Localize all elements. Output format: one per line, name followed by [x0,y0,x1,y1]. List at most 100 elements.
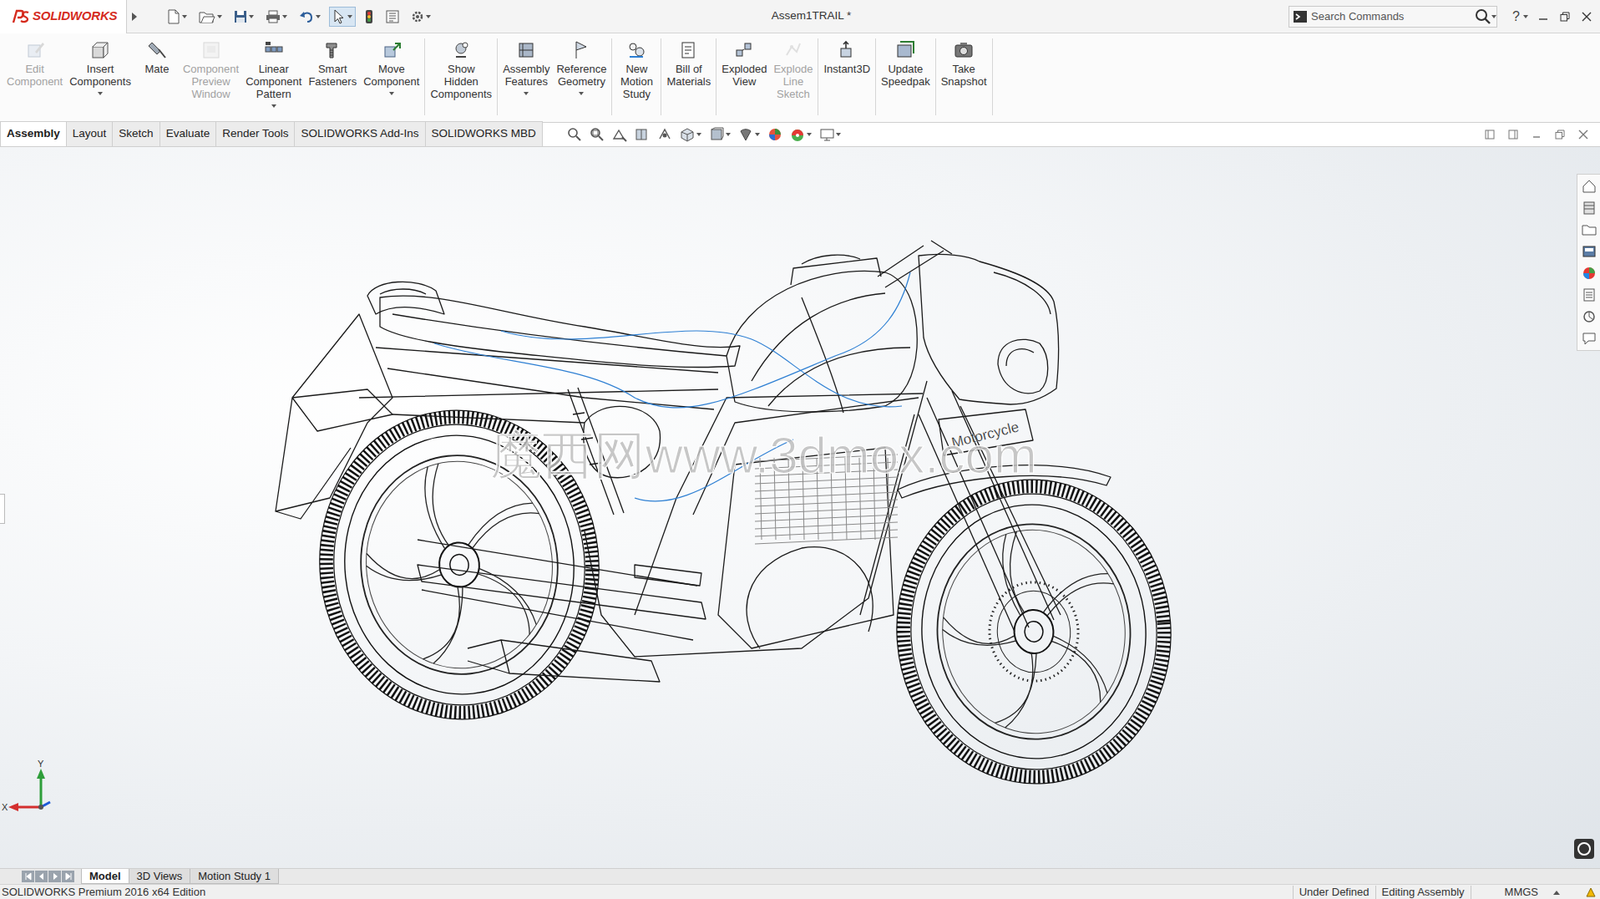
save-button[interactable] [230,7,258,26]
solidworks-forum-icon[interactable] [1581,308,1597,325]
dropdown-caret-icon[interactable] [1491,15,1497,19]
ribbon-button[interactable]: ExplodedView [718,38,770,116]
open-folder-button[interactable] [195,7,226,26]
view-palette-icon[interactable] [1581,243,1597,259]
ribbon-button[interactable]: Bill ofMaterials [663,38,714,116]
zoom-to-fit-button[interactable] [567,126,583,142]
tab-scroll-button[interactable] [21,870,35,882]
dropdown-caret-icon[interactable] [425,15,431,19]
ribbon-button[interactable]: NewMotionStudy [613,38,659,116]
dropdown-caret-icon[interactable] [1523,15,1529,19]
command-icon [571,40,592,61]
units-menu-icon[interactable] [1553,889,1560,895]
dropdown-caret-icon[interactable] [347,15,353,19]
ribbon-button[interactable]: TakeSnapshot [937,38,991,116]
ribbon-button[interactable]: ShowHiddenComponents [426,38,496,116]
hide-show-items-button[interactable] [738,126,760,142]
tile-right-icon[interactable] [1508,129,1519,140]
tile-left-icon[interactable] [1484,129,1495,140]
tab-scroll-button[interactable] [61,870,75,882]
dropdown-caret-icon[interactable] [315,15,321,19]
select-button[interactable] [329,6,356,27]
app-logo[interactable]: SOLIDWORKS [0,0,127,34]
ribbon-button[interactable]: Instant3D [820,38,874,116]
ribbon-button[interactable]: ReferenceGeometry [552,38,610,116]
dropdown-caret-icon[interactable] [217,15,223,19]
dropdown-caret-icon[interactable] [696,132,702,137]
apply-scene-button[interactable] [789,126,812,142]
ribbon-button[interactable]: UpdateSpeedpak [877,38,934,116]
command-icon [734,40,755,61]
dropdown-caret-icon[interactable] [97,91,103,96]
command-tab[interactable]: Evaluate [159,121,218,147]
expand-menu-icon[interactable] [130,11,139,22]
appearances-icon[interactable] [1581,265,1597,281]
model-tab[interactable]: 3D Views [128,868,192,884]
ribbon-button[interactable]: InsertComponents [65,38,135,116]
dynamic-annotation-button[interactable] [657,126,673,142]
resources-home-icon[interactable] [1581,178,1597,194]
rebuild-warning-icon[interactable] [1584,886,1597,898]
model-tab[interactable]: Model [81,868,130,884]
ribbon-button[interactable]: SmartFasteners [304,38,360,116]
view-orientation-button[interactable] [679,126,702,142]
view-rotate-icon[interactable] [1573,837,1595,860]
unit-system[interactable]: MMGS [1470,885,1585,899]
forum-icon[interactable] [1581,330,1597,346]
doc-restore-icon[interactable] [1554,129,1565,140]
motorcycle-model[interactable]: Motorcycle魔西网www.3dmox.comYX [0,146,1600,867]
command-search[interactable] [1288,5,1498,28]
command-tab[interactable]: SOLIDWORKS Add-Ins [293,121,426,147]
view-settings-button[interactable] [819,126,841,142]
dropdown-caret-icon[interactable] [282,15,288,19]
previous-view-icon [612,126,628,142]
command-tab[interactable]: SOLIDWORKS MBD [425,121,543,147]
doc-minimize-icon[interactable] [1531,129,1542,140]
design-library-icon[interactable] [1581,200,1597,216]
ribbon-button[interactable]: LinearComponentPattern [242,38,305,116]
close-icon[interactable] [1581,11,1592,22]
edit-appearance-button[interactable] [767,126,783,142]
dropdown-caret-icon[interactable] [523,91,529,96]
help-button[interactable]: ? [1508,6,1524,27]
rebuild-button[interactable] [360,6,378,27]
ribbon-button[interactable]: MoveComponent [359,38,423,116]
dropdown-caret-icon[interactable] [806,132,812,137]
command-tab[interactable]: Layout [65,121,114,147]
dropdown-caret-icon[interactable] [578,91,584,96]
dropdown-caret-icon[interactable] [389,91,395,96]
dropdown-caret-icon[interactable] [835,132,841,137]
restore-icon[interactable] [1559,11,1570,22]
dropdown-caret-icon[interactable] [754,132,760,137]
options-gear-button[interactable] [407,7,435,26]
new-document-button[interactable] [163,6,191,27]
tab-scroll-button[interactable] [35,870,48,882]
previous-view-button[interactable] [612,126,628,142]
zoom-area-button[interactable] [589,126,605,142]
command-tab[interactable]: Render Tools [215,121,295,147]
section-view-button[interactable] [634,126,650,142]
command-tab[interactable]: Sketch [111,121,160,147]
graphics-area[interactable]: Motorcycle魔西网www.3dmox.comYX [0,146,1600,868]
model-tab[interactable]: Motion Study 1 [189,868,279,884]
file-explorer-icon[interactable] [1581,222,1597,238]
feature-manager-toggle[interactable] [0,493,6,524]
ribbon-button[interactable]: AssemblyFeatures [499,38,553,116]
minimize-icon[interactable] [1538,11,1549,22]
dropdown-caret-icon[interactable] [271,104,277,108]
undo-button[interactable] [295,7,325,26]
ribbon-button[interactable]: Mate [134,38,180,116]
search-input[interactable] [1307,8,1475,26]
dropdown-caret-icon[interactable] [248,15,254,19]
tab-scroll-button[interactable] [48,870,61,882]
search-icon[interactable] [1474,8,1492,26]
command-tab[interactable]: Assembly [0,121,67,147]
file-properties-button[interactable] [382,7,403,26]
custom-properties-icon[interactable] [1581,287,1597,303]
display-style-button[interactable] [708,126,731,142]
print-button[interactable] [262,7,291,26]
ribbon-group: ShowHiddenComponents [425,38,498,116]
dropdown-caret-icon[interactable] [182,15,188,19]
doc-close-icon[interactable] [1578,129,1589,140]
dropdown-caret-icon[interactable] [725,132,731,137]
